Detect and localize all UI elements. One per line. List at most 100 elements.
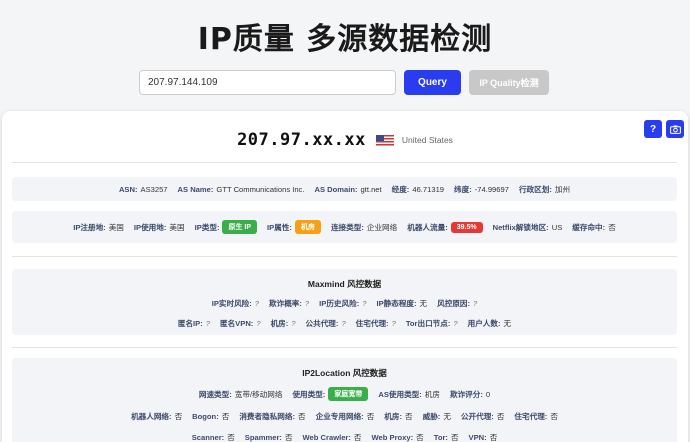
ip2location-title: IP2Location 风控数据 [302,368,387,378]
kv-item: 威胁: 无 [423,411,451,422]
kv-label: Spammer: [244,433,282,442]
lon-value: 46.71319 [412,184,445,194]
ip2location-panel: IP2Location 风控数据 网速类型: 宽带/移动网络 使用类型: 家庭宽带 AS… [12,358,677,442]
ip-reg-label: IP注册地: [73,222,106,232]
kv-item: VPN: 否 [469,432,498,442]
kv-item: 匿名IP:? [178,318,210,329]
ip-use-value: 美国 [169,222,185,232]
asn-label: ASN: [118,184,138,194]
ip-attributes-panel: IP注册地: 美国 IP使用地: 美国 IP类型: 原生 IP IP属性: 机房 连接类… [12,211,677,243]
kv-item: 公共代理:? [306,318,346,329]
kv-label: Tor出口节点: [405,319,451,328]
kv-item: Web Crawler: 否 [303,432,362,442]
kv-label: 使用类型: [292,389,326,399]
kv-label: Web Crawler: [302,433,351,442]
kv-item: Bogon: 否 [192,411,229,422]
kv-label: 欺诈评分: [449,389,483,399]
kv-item: 机房:? [271,318,296,329]
as-name-value: GTT Communications Inc. [216,184,305,194]
kv-item: 使用类型: 家庭宽带 [292,387,369,401]
kv-value: 否 [227,433,235,442]
kv-value: 否 [353,433,362,442]
kv-item: IP实时风险:? [212,298,259,309]
ip-address: 207.97.xx.xx [237,130,366,150]
kv-value: ? [254,299,260,308]
kv-value: ? [291,319,296,328]
maxmind-panel: Maxmind 风控数据 IP实时风险:? 欺诈概率:? IP历史风险:? IP静态程… [12,269,677,335]
ip-type-badge: 原生 IP [222,220,258,234]
kv-label: 欺诈概率: [269,299,302,308]
kv-value: 0 [485,389,491,399]
kv-value: ? [391,319,396,328]
kv-item: 网速类型: 宽带/移动网络 [199,389,283,400]
kv-value: 无 [503,319,512,328]
kv-label: 匿名VPN: [220,319,254,328]
kv-value: 否 [496,412,505,421]
kv-item: 住宅代理:? [356,318,396,329]
kv-label: Tor: [433,433,448,442]
kv-label: IP历史风险: [319,299,360,308]
kv-label: 公共代理: [305,319,339,328]
conn-type-value: 企业网络 [366,222,398,232]
kv-label: 住宅代理: [514,412,548,421]
kv-item: IP静态程度: 无 [376,298,427,309]
kv-label: 机房: [270,319,289,328]
ip-reg-value: 美国 [108,222,124,232]
kv-label: Bogon: [192,412,219,421]
kv-value: ? [341,319,346,328]
ip-type-label: IP类型: [194,222,220,232]
ip-header: 207.97.xx.xx United States [2,130,688,150]
ip2location-row-2: 机器人网络: 否 Bogon: 否消费者隐私网络: 否企业专用网络: 否机房: 否威胁: 无公… [12,411,677,422]
kv-item: AS使用类型: 机房 [378,389,440,400]
ip-prop-label: IP属性: [267,222,292,232]
result-card: ? 207.97.xx.xx United States ASN: AS3257 … [2,111,688,442]
divider [12,162,677,163]
kv-value: 否 [550,412,558,421]
divider [12,256,677,257]
ip-input[interactable] [139,70,396,95]
kv-item: IP历史风险:? [319,298,366,309]
kv-item: Tor出口节点:? [406,318,458,329]
netflix-label: Netflix解锁地区: [492,222,549,232]
kv-item: 欺诈概率:? [269,298,309,309]
search-bar: Query IP Quality检测 [139,70,549,95]
kv-label: VPN: [468,433,487,442]
conn-type-label: 连接类型: [330,222,364,232]
kv-value: ? [362,299,367,308]
kv-label: 住宅代理: [355,319,389,328]
page-title: IP质量 多源数据检测 [197,22,493,57]
kv-value: 否 [284,433,293,442]
kv-value: 否 [450,433,459,442]
ip-quality-button[interactable]: IP Quality检测 [469,70,549,95]
kv-item: Tor: 否 [434,432,459,442]
kv-value: 否 [366,412,375,421]
kv-value: 否 [221,412,230,421]
kv-item: 匿名VPN:? [220,318,261,329]
basic-info-panel: ASN: AS3257 AS Name: GTT Communications In… [12,177,677,201]
kv-item: 企业专用网络: 否 [316,411,375,422]
as-domain-label: AS Domain: [314,184,358,194]
kv-item: 欺诈评分: 0 [450,389,490,400]
kv-item: Scanner: 否 [192,432,235,442]
kv-item: Web Proxy: 否 [372,432,424,442]
query-button[interactable]: Query [404,70,461,95]
kv-value: 否 [174,412,183,421]
kv-badge: 家庭宽带 [328,387,369,401]
country-name: United States [401,135,453,145]
kv-value: ? [473,299,478,308]
kv-value: 否 [416,433,424,442]
kv-label: Web Proxy: [371,433,414,442]
bot-traffic-badge: 39.5% [450,221,483,233]
netflix-value: US [551,222,563,232]
kv-item: 住宅代理: 否 [514,411,558,422]
kv-value: 否 [298,412,306,421]
kv-value: 宽带/移动网络 [234,389,283,399]
kv-item: 用户人数: 无 [468,318,512,329]
kv-item: 机房: 否 [384,411,412,422]
ip-prop-badge: 机房 [294,220,321,234]
cache-value: 否 [608,222,616,232]
ip2location-row-3: Scanner: 否 Spammer: 否 Web Crawler: 否 Web Proxy… [12,432,677,442]
kv-label: IP实时风险: [211,299,252,308]
kv-label: Scanner: [191,433,225,442]
lat-label: 纬度: [454,184,472,194]
